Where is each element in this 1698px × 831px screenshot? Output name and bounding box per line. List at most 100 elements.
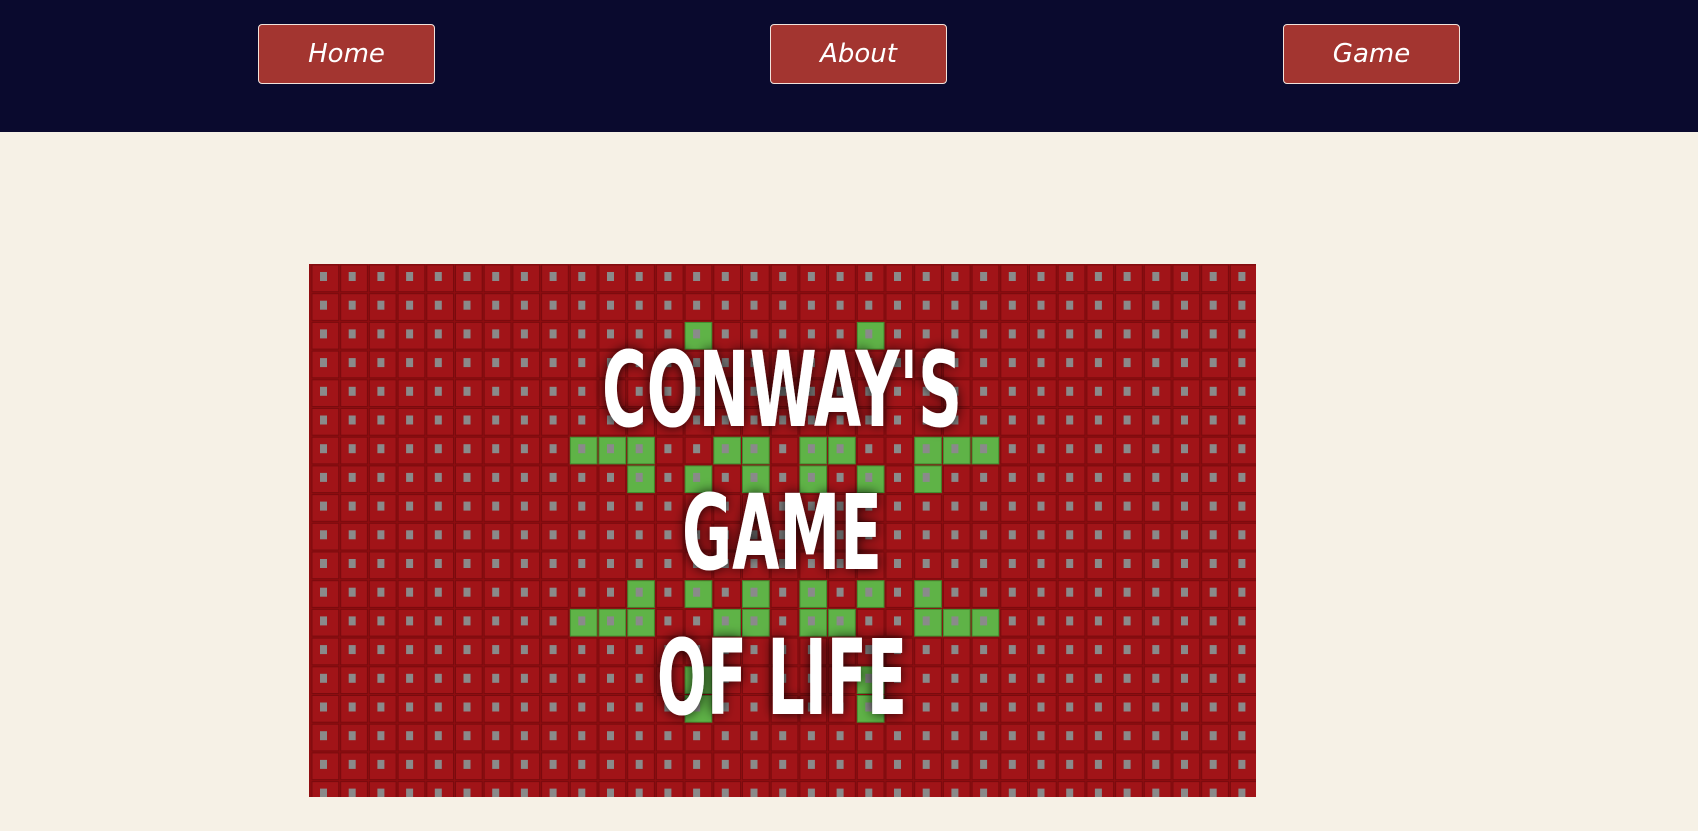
cell-marker: [434, 272, 442, 281]
cell-marker: [1008, 673, 1016, 683]
cell-marker: [434, 731, 442, 741]
cell-marker: [1008, 731, 1016, 741]
cell-marker: [377, 645, 385, 655]
cell-marker: [1123, 616, 1131, 626]
cell-marker: [1066, 329, 1074, 339]
cell-marker: [520, 616, 528, 626]
cell-marker: [578, 731, 586, 741]
cell-marker: [406, 272, 414, 281]
cell-marker: [348, 386, 356, 396]
cell-marker: [549, 645, 557, 655]
cell-marker: [549, 358, 557, 368]
cell-marker: [406, 386, 414, 396]
cell-marker: [807, 300, 815, 310]
cell-marker: [980, 272, 988, 281]
cell-marker: [1123, 759, 1131, 769]
cell-marker: [1152, 300, 1160, 310]
cell-marker: [434, 386, 442, 396]
cell-marker: [836, 272, 844, 281]
game-button[interactable]: Game: [1283, 24, 1460, 84]
cell-marker: [664, 559, 672, 568]
cell-marker: [980, 472, 988, 482]
cell-marker: [1181, 616, 1188, 626]
cell-marker: [980, 329, 988, 339]
cell-marker: [1037, 444, 1045, 454]
cell-marker: [549, 788, 557, 797]
cell-marker: [1123, 386, 1131, 396]
cell-marker: [578, 788, 586, 797]
cell-marker: [320, 501, 327, 511]
cell-marker: [1152, 386, 1160, 396]
cell-marker: [1238, 759, 1246, 769]
cell-marker: [607, 673, 614, 683]
cell-marker: [1209, 472, 1217, 482]
cell-marker: [377, 587, 385, 597]
cell-marker: [721, 759, 729, 769]
cell-marker: [549, 530, 557, 540]
cell-marker: [406, 444, 414, 454]
about-button[interactable]: About: [770, 24, 947, 84]
cell-marker: [865, 272, 873, 281]
cell-marker: [434, 300, 442, 310]
cell-marker: [1209, 272, 1217, 281]
cell-marker: [980, 501, 988, 511]
cell-marker: [1037, 559, 1045, 568]
cell-marker: [578, 702, 586, 712]
cell-marker: [406, 616, 414, 626]
cell-marker: [348, 788, 356, 797]
cell-marker: [1066, 645, 1074, 655]
cell-marker: [463, 472, 471, 482]
cell-marker: [492, 559, 500, 568]
cell-marker: [635, 559, 643, 568]
cell-marker: [406, 300, 414, 310]
cell-marker: [1152, 472, 1160, 482]
cell-marker: [348, 501, 356, 511]
cell-marker: [1094, 559, 1102, 568]
cell-marker: [980, 530, 988, 540]
cell-marker: [635, 673, 643, 683]
cell-marker: [520, 358, 528, 368]
home-button[interactable]: Home: [258, 24, 435, 84]
cell-marker: [1123, 472, 1131, 482]
cell-marker: [1094, 272, 1102, 281]
cell-marker: [1094, 530, 1102, 540]
cell-marker: [1152, 358, 1160, 368]
cell-marker: [1037, 415, 1045, 425]
cell-marker: [348, 702, 356, 712]
cell-marker: [520, 300, 528, 310]
cell-marker: [578, 645, 586, 655]
cell-marker: [922, 788, 930, 797]
cell-marker: [348, 444, 356, 454]
cell-marker: [549, 673, 557, 683]
title-line-2: GAME: [682, 472, 882, 594]
cell-marker: [434, 673, 442, 683]
cell-marker: [1066, 673, 1074, 683]
cell-marker: [1094, 616, 1102, 626]
cell-marker: [377, 731, 385, 741]
cell-marker: [779, 788, 787, 797]
cell-marker: [607, 472, 614, 482]
cell-marker: [1238, 616, 1246, 626]
cell-marker: [1209, 731, 1217, 741]
cell-marker: [1238, 731, 1246, 741]
cell-marker: [434, 329, 442, 339]
cell-marker: [1008, 616, 1016, 626]
cell-marker: [377, 501, 385, 511]
cell-marker: [434, 587, 442, 597]
cell-marker: [1181, 472, 1188, 482]
cell-marker: [1181, 300, 1188, 310]
cell-marker: [1066, 559, 1074, 568]
cell-marker: [320, 444, 327, 454]
cell-marker: [750, 300, 758, 310]
cell-marker: [377, 616, 385, 626]
cell-marker: [980, 645, 988, 655]
title-line-1: CONWAY'S: [602, 329, 962, 451]
cell-marker: [492, 530, 500, 540]
cell-marker: [1123, 358, 1131, 368]
cell-marker: [1152, 673, 1160, 683]
cell-marker: [1238, 300, 1246, 310]
title-line-3: OF LIFE: [657, 617, 907, 739]
cell-marker: [1209, 759, 1217, 769]
cell-marker: [693, 759, 701, 769]
cell-marker: [1066, 759, 1074, 769]
